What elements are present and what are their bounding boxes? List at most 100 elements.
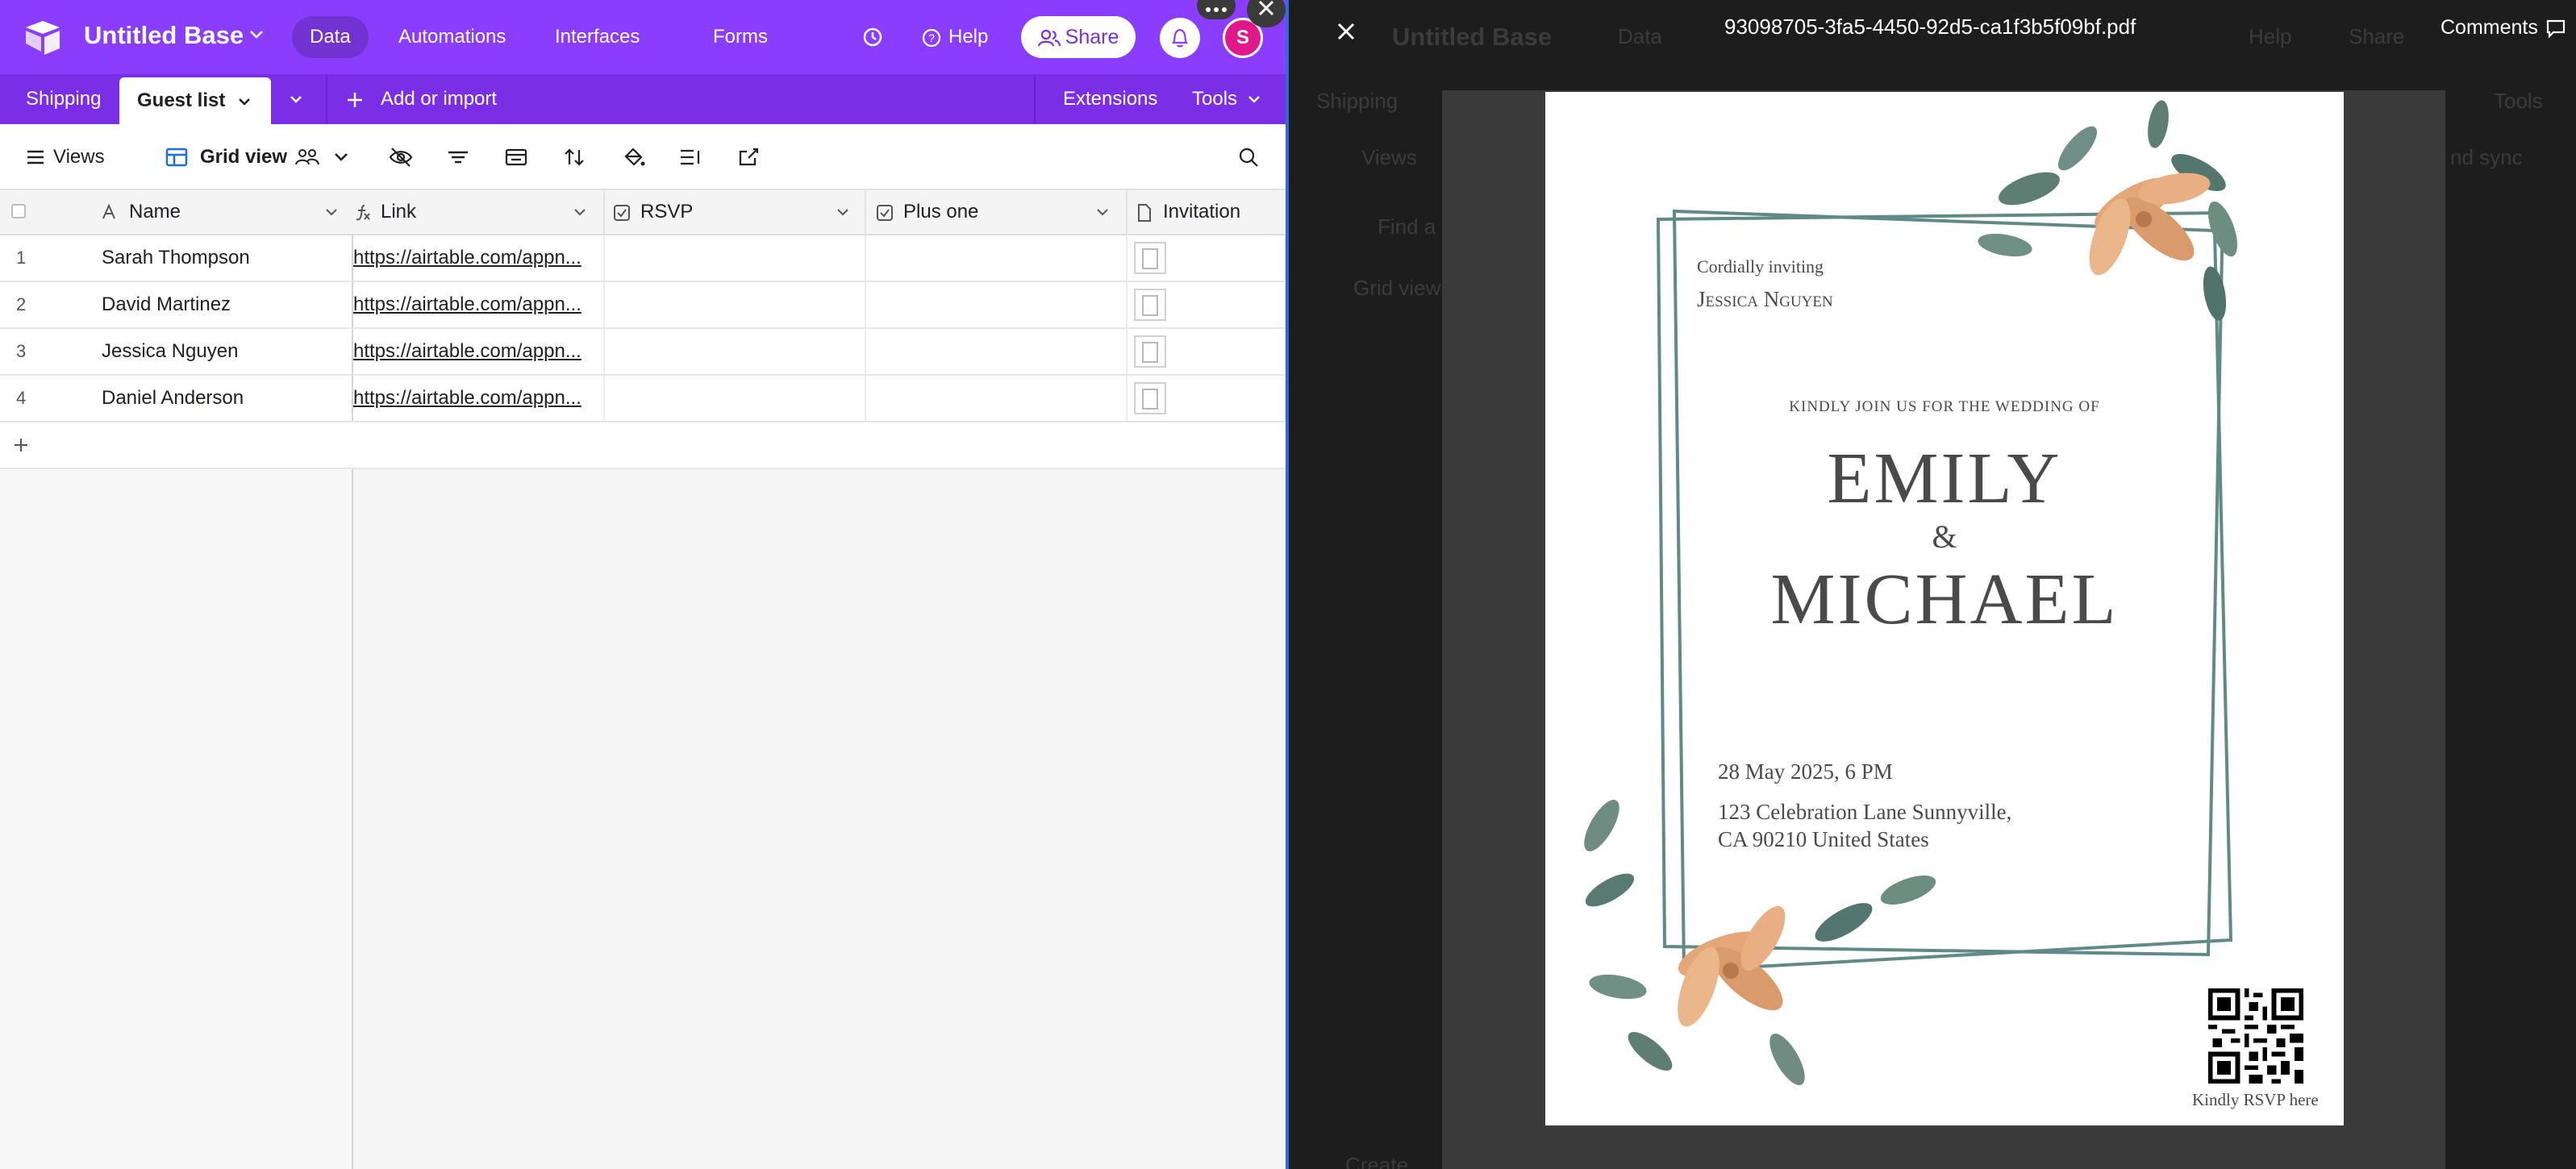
add-or-import-button[interactable]: Add or import <box>381 74 497 124</box>
search-icon[interactable] <box>1236 144 1261 171</box>
table-row[interactable]: 1 Sarah Thompson https://airtable.com/ap… <box>0 235 1286 282</box>
comment-icon <box>2546 20 2565 40</box>
name-cell[interactable]: 3 Jessica Nguyen <box>0 329 353 374</box>
floral-top-right <box>1978 100 2238 321</box>
table-row[interactable]: 2 David Martinez https://airtable.com/ap… <box>0 282 1286 329</box>
pdf-thumbnail-icon[interactable] <box>1134 382 1166 414</box>
users-icon <box>1037 30 1061 47</box>
table-row[interactable]: 3 Jessica Nguyen https://airtable.com/ap… <box>0 329 1286 376</box>
nav-data[interactable]: Data <box>292 16 369 58</box>
name-cell[interactable]: 1 Sarah Thompson <box>0 235 353 281</box>
tools-button[interactable]: Tools <box>1192 74 1237 124</box>
invitation-cell[interactable] <box>1128 235 1286 281</box>
close-split-button[interactable] <box>1247 0 1286 27</box>
rsvp-cell[interactable] <box>605 376 866 421</box>
rsvp-link[interactable]: https://airtable.com/appn... <box>353 387 581 409</box>
invitation-cell[interactable] <box>1128 329 1286 374</box>
views-button[interactable]: Views <box>53 140 105 174</box>
invite-cordially: Cordially inviting <box>1697 256 1824 277</box>
chevron-down-icon[interactable] <box>323 203 340 221</box>
share-view-icon[interactable] <box>736 144 761 171</box>
plus-one-cell[interactable] <box>866 235 1128 281</box>
column-header-rsvp[interactable]: RSVP <box>605 190 866 235</box>
extensions-button[interactable]: Extensions <box>1063 74 1157 124</box>
qr-code-icon[interactable] <box>2208 988 2303 1084</box>
color-icon[interactable] <box>619 144 647 171</box>
column-header-plus-one[interactable]: Plus one <box>866 190 1128 235</box>
pdf-thumbnail-icon[interactable] <box>1134 242 1166 274</box>
rsvp-link[interactable]: https://airtable.com/appn... <box>353 340 581 362</box>
rsvp-cell[interactable] <box>605 329 866 374</box>
row-height-icon[interactable] <box>677 144 703 171</box>
pdf-thumbnail-icon[interactable] <box>1134 289 1166 321</box>
sort-icon[interactable] <box>561 144 587 171</box>
name-cell[interactable]: 4 Daniel Anderson <box>0 376 353 421</box>
filter-icon[interactable] <box>445 144 471 171</box>
group-icon[interactable] <box>503 144 529 171</box>
invitation-cell[interactable] <box>1128 376 1286 421</box>
add-row[interactable] <box>0 422 1286 469</box>
nav-automations[interactable]: Automations <box>381 16 523 58</box>
checkbox-field-icon <box>614 205 630 221</box>
table-row[interactable]: 4 Daniel Anderson https://airtable.com/a… <box>0 376 1286 422</box>
comments-button[interactable]: Comments <box>2441 16 2567 40</box>
plus-icon <box>348 93 362 107</box>
invite-datetime: 28 May 2025, 6 PM <box>1718 759 1893 784</box>
link-cell[interactable]: https://airtable.com/appn... <box>353 282 605 327</box>
invite-ampersand: & <box>1932 518 1957 555</box>
rsvp-link[interactable]: https://airtable.com/appn... <box>353 247 581 268</box>
plus-one-cell[interactable] <box>866 282 1128 327</box>
chevron-down-icon[interactable] <box>571 203 589 221</box>
history-icon[interactable] <box>860 24 886 50</box>
column-header-name[interactable]: Name <box>0 190 355 235</box>
link-cell[interactable]: https://airtable.com/appn... <box>353 329 605 374</box>
guest-name: Jessica Nguyen <box>102 340 239 362</box>
column-header-link[interactable]: Link <box>353 190 605 235</box>
nav-forms[interactable]: Forms <box>695 16 786 58</box>
close-preview-icon[interactable] <box>1334 19 1358 44</box>
ghost-grid-view: Grid view <box>1353 276 1441 300</box>
rsvp-link[interactable]: https://airtable.com/appn... <box>353 293 581 315</box>
link-cell[interactable]: https://airtable.com/appn... <box>353 235 605 281</box>
chevron-down-icon[interactable] <box>834 203 852 221</box>
plus-icon[interactable] <box>11 435 31 455</box>
column-link-label: Link <box>381 201 417 223</box>
nav-interfaces[interactable]: Interfaces <box>537 16 657 58</box>
help-button[interactable]: ? Help <box>921 18 988 56</box>
chevron-down-icon[interactable] <box>247 24 266 44</box>
hide-fields-icon[interactable] <box>387 144 415 171</box>
formula-icon <box>356 205 370 221</box>
grid-view-button[interactable]: Grid view <box>200 140 287 174</box>
invite-guest-name: Jessica Nguyen <box>1697 287 1833 311</box>
tab-divider <box>326 74 327 124</box>
plus-one-cell[interactable] <box>866 376 1128 421</box>
rsvp-cell[interactable] <box>605 235 866 281</box>
tab-shipping[interactable]: Shipping <box>26 74 101 124</box>
notifications-button[interactable] <box>1160 18 1200 58</box>
chevron-down-icon[interactable] <box>331 144 352 171</box>
invitation-cell[interactable] <box>1128 282 1286 327</box>
name-cell[interactable]: 2 David Martinez <box>0 282 353 327</box>
share-button[interactable]: Share <box>1021 16 1136 58</box>
column-header-invitation[interactable]: Invitation <box>1128 190 1286 235</box>
ghost-create: Create <box>1345 1153 1409 1169</box>
pdf-thumbnail-icon[interactable] <box>1134 335 1166 368</box>
airtable-logo-icon[interactable] <box>24 19 61 55</box>
base-name[interactable]: Untitled Base <box>84 21 244 50</box>
ghost-find: Find a v <box>1378 214 1453 239</box>
rsvp-cell[interactable] <box>605 282 866 327</box>
plus-one-cell[interactable] <box>866 329 1128 374</box>
attachment-preview-overlay: Untitled Base Data Help Share Shipping T… <box>1286 0 2576 1169</box>
menu-icon[interactable] <box>24 144 47 171</box>
chevron-down-icon[interactable] <box>287 90 305 108</box>
grid: Name Link RSVP Plus one Invitation 1 Sar… <box>0 190 1286 1169</box>
tab-guest-list[interactable]: Guest list <box>119 77 272 124</box>
checkbox-field-icon <box>877 205 893 221</box>
chevron-down-icon[interactable] <box>1094 203 1111 221</box>
chevron-down-icon[interactable] <box>1245 90 1263 108</box>
more-options-button[interactable] <box>1197 0 1236 19</box>
preview-filename: 93098705-3fa5-4450-92d5-ca1f3b5f09bf.pdf <box>1724 15 2136 39</box>
select-all-checkbox[interactable] <box>11 204 26 218</box>
link-cell[interactable]: https://airtable.com/appn... <box>353 376 605 421</box>
row-number: 1 <box>16 248 27 268</box>
